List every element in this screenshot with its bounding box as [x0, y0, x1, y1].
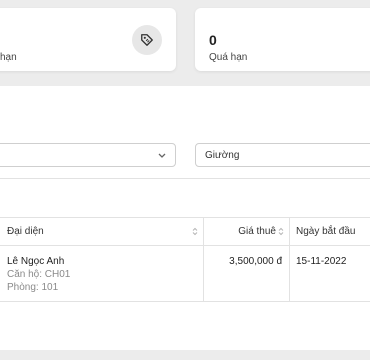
column-header-representative[interactable]: Đại diện [7, 217, 203, 245]
stat-label: Quá hạn [209, 52, 248, 63]
rent-price: 3,500,000 đ [229, 256, 282, 267]
filter-select-bed-value: Giường [205, 150, 240, 161]
filter-select-left[interactable] [0, 143, 176, 167]
column-header-label: Ngày bắt đầu [296, 225, 356, 237]
room-label: Phòng: 101 [7, 282, 59, 293]
representative-name: Lê Ngọc Anh [7, 256, 65, 267]
tag-button[interactable] [132, 25, 162, 55]
column-separator [289, 217, 290, 301]
contract-panel: Giường Đại diện Giá thuê Ngày bắt đầu Lê… [0, 86, 370, 350]
apartment-label: Căn hộ: CH01 [7, 269, 71, 280]
column-header-price[interactable]: Giá thuê [204, 217, 276, 245]
filter-select-bed[interactable]: Giường [195, 143, 370, 167]
column-header-start-date[interactable]: Ngày bắt đầu [296, 217, 370, 245]
chevron-down-icon [158, 153, 166, 158]
stat-card-overdue: 0 Quá hạn [195, 8, 370, 71]
sort-icon[interactable] [278, 227, 284, 236]
table-header-border [0, 245, 370, 246]
table-bottom-border [0, 301, 370, 302]
divider [0, 178, 370, 179]
sort-icon[interactable] [192, 227, 198, 236]
stat-card-due: hạn [0, 8, 176, 71]
column-header-label: Đại diện [7, 225, 44, 237]
stat-label: hạn [0, 52, 17, 63]
tag-icon [141, 34, 153, 46]
stat-value: 0 [209, 32, 217, 48]
column-header-label: Giá thuê [238, 225, 276, 237]
start-date: 15-11-2022 [296, 256, 347, 267]
